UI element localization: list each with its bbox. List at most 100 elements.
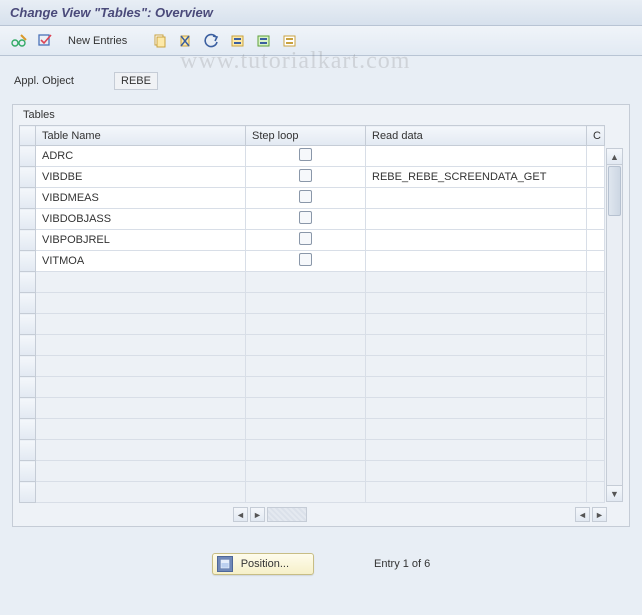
position-button[interactable]: Position... (212, 553, 314, 575)
cell-c[interactable] (587, 293, 605, 314)
row-handle[interactable] (20, 230, 36, 251)
cell-read-data[interactable]: REBE_REBE_SCREENDATA_GET (366, 167, 587, 188)
cell-c[interactable] (587, 251, 605, 272)
row-handle[interactable] (20, 482, 36, 503)
cell-c[interactable] (587, 440, 605, 461)
cell-table-name[interactable] (36, 461, 246, 482)
cell-c[interactable] (587, 146, 605, 167)
cell-table-name[interactable] (36, 419, 246, 440)
cell-table-name[interactable] (36, 440, 246, 461)
cell-step-loop[interactable] (246, 251, 366, 272)
select-all-button[interactable] (227, 30, 249, 52)
cell-step-loop[interactable] (246, 461, 366, 482)
scroll-down-arrow-icon[interactable]: ▼ (607, 485, 622, 501)
table-row[interactable]: ADRC (20, 146, 605, 167)
cell-table-name[interactable]: VIBDMEAS (36, 188, 246, 209)
table-row[interactable]: VIBDBE REBE_REBE_SCREENDATA_GET (20, 167, 605, 188)
cell-step-loop[interactable] (246, 167, 366, 188)
table-row-empty[interactable] (20, 356, 605, 377)
cell-c[interactable] (587, 314, 605, 335)
cell-c[interactable] (587, 167, 605, 188)
hscroll-track-group1[interactable] (267, 507, 307, 522)
cell-table-name[interactable] (36, 272, 246, 293)
cell-table-name[interactable] (36, 482, 246, 503)
cell-read-data[interactable] (366, 482, 587, 503)
cell-step-loop[interactable] (246, 482, 366, 503)
table-row[interactable]: VITMOA (20, 251, 605, 272)
cell-read-data[interactable] (366, 188, 587, 209)
table-row[interactable]: VIBDMEAS (20, 188, 605, 209)
change-display-toggle-button[interactable] (8, 30, 30, 52)
cell-step-loop[interactable] (246, 398, 366, 419)
cell-step-loop[interactable] (246, 293, 366, 314)
table-row-empty[interactable] (20, 482, 605, 503)
cell-read-data[interactable] (366, 461, 587, 482)
cell-read-data[interactable] (366, 419, 587, 440)
cell-step-loop[interactable] (246, 272, 366, 293)
row-handle[interactable] (20, 356, 36, 377)
cell-c[interactable] (587, 209, 605, 230)
cell-c[interactable] (587, 335, 605, 356)
copy-as-button[interactable] (149, 30, 171, 52)
scroll-track[interactable] (607, 165, 622, 485)
row-handle[interactable] (20, 146, 36, 167)
checkbox-icon[interactable] (299, 169, 312, 182)
row-handle[interactable] (20, 251, 36, 272)
row-handle[interactable] (20, 188, 36, 209)
cell-table-name[interactable]: VIBDBE (36, 167, 246, 188)
row-handle[interactable] (20, 398, 36, 419)
cell-step-loop[interactable] (246, 419, 366, 440)
table-row-empty[interactable] (20, 377, 605, 398)
cell-step-loop[interactable] (246, 146, 366, 167)
find-button[interactable] (34, 30, 56, 52)
row-handle[interactable] (20, 419, 36, 440)
row-handle-header[interactable] (20, 126, 36, 146)
undo-change-button[interactable] (201, 30, 223, 52)
cell-read-data[interactable] (366, 398, 587, 419)
cell-c[interactable] (587, 482, 605, 503)
checkbox-icon[interactable] (299, 232, 312, 245)
table-row[interactable]: VIBPOBJREL (20, 230, 605, 251)
cell-c[interactable] (587, 419, 605, 440)
cell-step-loop[interactable] (246, 314, 366, 335)
hscroll-left-group1[interactable]: ◄ (233, 507, 248, 522)
cell-read-data[interactable] (366, 440, 587, 461)
cell-c[interactable] (587, 377, 605, 398)
row-handle[interactable] (20, 377, 36, 398)
cell-c[interactable] (587, 272, 605, 293)
cell-step-loop[interactable] (246, 188, 366, 209)
cell-read-data[interactable] (366, 209, 587, 230)
delete-button[interactable] (175, 30, 197, 52)
cell-table-name[interactable]: VIBDOBJASS (36, 209, 246, 230)
cell-read-data[interactable] (366, 377, 587, 398)
row-handle[interactable] (20, 272, 36, 293)
select-block-button[interactable] (253, 30, 275, 52)
deselect-all-button[interactable] (279, 30, 301, 52)
cell-c[interactable] (587, 188, 605, 209)
cell-table-name[interactable]: ADRC (36, 146, 246, 167)
cell-step-loop[interactable] (246, 356, 366, 377)
cell-read-data[interactable] (366, 314, 587, 335)
cell-table-name[interactable] (36, 314, 246, 335)
col-header-read[interactable]: Read data (366, 126, 587, 146)
table-row-empty[interactable] (20, 398, 605, 419)
cell-read-data[interactable] (366, 335, 587, 356)
cell-table-name[interactable] (36, 398, 246, 419)
checkbox-icon[interactable] (299, 190, 312, 203)
vertical-scrollbar[interactable]: ▲ ▼ (606, 148, 623, 502)
cell-c[interactable] (587, 461, 605, 482)
cell-table-name[interactable] (36, 293, 246, 314)
cell-c[interactable] (587, 356, 605, 377)
row-handle[interactable] (20, 461, 36, 482)
table-row-empty[interactable] (20, 314, 605, 335)
table-row-empty[interactable] (20, 272, 605, 293)
table-row-empty[interactable] (20, 461, 605, 482)
cell-step-loop[interactable] (246, 335, 366, 356)
col-header-step[interactable]: Step loop (246, 126, 366, 146)
table-row-empty[interactable] (20, 293, 605, 314)
cell-step-loop[interactable] (246, 209, 366, 230)
hscroll-right-group1[interactable]: ► (250, 507, 265, 522)
new-entries-button[interactable]: New Entries (60, 30, 135, 52)
col-header-name[interactable]: Table Name (36, 126, 246, 146)
row-handle[interactable] (20, 293, 36, 314)
